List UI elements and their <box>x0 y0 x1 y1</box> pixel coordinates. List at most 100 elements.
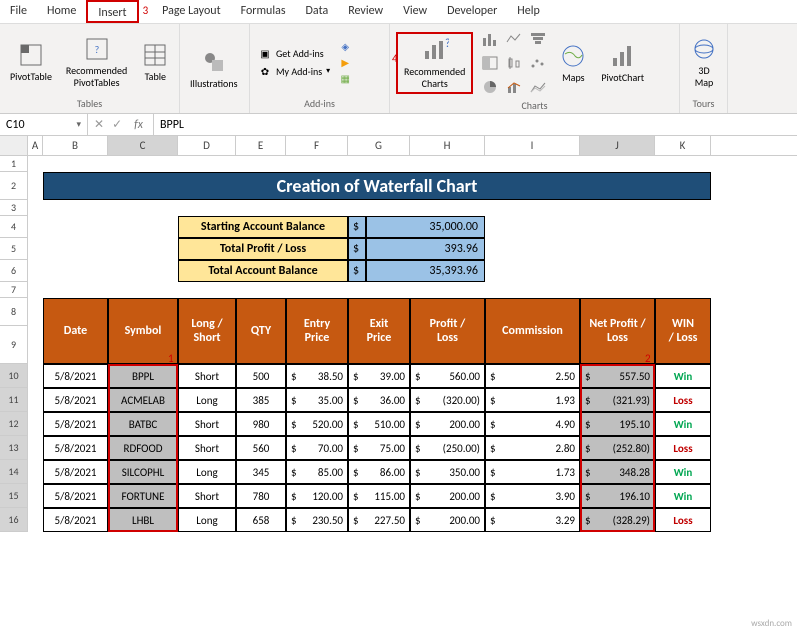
cell-winloss[interactable]: Win <box>655 412 711 436</box>
get-addins-button[interactable]: ▣Get Add-ins <box>256 45 332 61</box>
cell-qty[interactable]: 560 <box>236 436 286 460</box>
cell-winloss[interactable]: Loss <box>655 508 711 532</box>
cell-pl[interactable]: $200.00 <box>410 508 485 532</box>
select-all-button[interactable] <box>0 136 28 155</box>
pivottable-button[interactable]: PivotTable <box>6 39 56 85</box>
cell-exit[interactable]: $510.00 <box>348 412 410 436</box>
row-header-13[interactable]: 13 <box>0 436 28 460</box>
cell-longshort[interactable]: Short <box>178 436 236 460</box>
row-header-6[interactable]: 6 <box>0 260 28 282</box>
cell-symbol[interactable]: BPPL <box>108 364 178 388</box>
bing-icon[interactable]: ▶ <box>338 55 352 69</box>
illustrations-button[interactable]: Illustrations <box>186 46 242 92</box>
cell-longshort[interactable]: Long <box>178 508 236 532</box>
combo-chart-button[interactable] <box>503 76 525 98</box>
cell-pl[interactable]: $200.00 <box>410 412 485 436</box>
pivotchart-button[interactable]: PivotChart <box>597 40 648 86</box>
cell-date[interactable]: 5/8/2021 <box>43 436 108 460</box>
cell-symbol[interactable]: SILCOPHL <box>108 460 178 484</box>
cell-exit[interactable]: $115.00 <box>348 484 410 508</box>
col-header-h[interactable]: H <box>410 136 485 155</box>
col-header-a[interactable]: A <box>28 136 43 155</box>
cell-entry[interactable]: $230.50 <box>286 508 348 532</box>
tab-help[interactable]: Help <box>507 0 550 23</box>
row-header-16[interactable]: 16 <box>0 508 28 532</box>
row-header-14[interactable]: 14 <box>0 460 28 484</box>
cell-winloss[interactable]: Loss <box>655 388 711 412</box>
cell-longshort[interactable]: Short <box>178 484 236 508</box>
cell-net[interactable]: $(252.80) <box>580 436 655 460</box>
cell-entry[interactable]: $35.00 <box>286 388 348 412</box>
col-header-e[interactable]: E <box>236 136 286 155</box>
cell-date[interactable]: 5/8/2021 <box>43 460 108 484</box>
cell-commission[interactable]: $3.29 <box>485 508 580 532</box>
cell-longshort[interactable]: Short <box>178 412 236 436</box>
cell-commission[interactable]: $2.50 <box>485 364 580 388</box>
visio-icon[interactable]: ◈ <box>338 39 352 53</box>
cell-symbol[interactable]: ACMELAB <box>108 388 178 412</box>
cell-symbol[interactable]: FORTUNE <box>108 484 178 508</box>
cell-winloss[interactable]: Win <box>655 364 711 388</box>
tab-page-layout[interactable]: Page Layout <box>152 0 230 23</box>
surface-chart-button[interactable] <box>527 76 549 98</box>
row-header-15[interactable]: 15 <box>0 484 28 508</box>
tab-home[interactable]: Home <box>37 0 86 23</box>
cell-net[interactable]: $196.10 <box>580 484 655 508</box>
cell-pl[interactable]: $200.00 <box>410 484 485 508</box>
pie-chart-button[interactable] <box>479 76 501 98</box>
table-button[interactable]: Table <box>137 39 173 85</box>
cell-commission[interactable]: $2.80 <box>485 436 580 460</box>
cell-symbol[interactable]: BATBC <box>108 412 178 436</box>
row-header-9[interactable]: 9 <box>0 326 28 364</box>
cell-qty[interactable]: 345 <box>236 460 286 484</box>
col-header-f[interactable]: F <box>286 136 348 155</box>
maps-button[interactable]: Maps <box>555 40 591 86</box>
cell-symbol[interactable]: RDFOOD <box>108 436 178 460</box>
row-header-5[interactable]: 5 <box>0 238 28 260</box>
cell-date[interactable]: 5/8/2021 <box>43 412 108 436</box>
row-header-4[interactable]: 4 <box>0 216 28 238</box>
cell-qty[interactable]: 500 <box>236 364 286 388</box>
cell-entry[interactable]: $70.00 <box>286 436 348 460</box>
line-chart-button[interactable] <box>503 28 525 50</box>
cell-pl[interactable]: $(320.00) <box>410 388 485 412</box>
cell-commission[interactable]: $1.93 <box>485 388 580 412</box>
people-icon[interactable]: ▦ <box>338 71 352 85</box>
cell-date[interactable]: 5/8/2021 <box>43 484 108 508</box>
col-header-b[interactable]: B <box>43 136 108 155</box>
cell-date[interactable]: 5/8/2021 <box>43 364 108 388</box>
enter-icon[interactable]: ✓ <box>112 117 122 132</box>
cell-exit[interactable]: $39.00 <box>348 364 410 388</box>
cell-pl[interactable]: $560.00 <box>410 364 485 388</box>
cell-net[interactable]: $348.28 <box>580 460 655 484</box>
cell-entry[interactable]: $85.00 <box>286 460 348 484</box>
tab-view[interactable]: View <box>393 0 437 23</box>
cell-entry[interactable]: $38.50 <box>286 364 348 388</box>
cell-date[interactable]: 5/8/2021 <box>43 388 108 412</box>
fx-icon[interactable]: fx <box>130 118 147 132</box>
cell-longshort[interactable]: Short <box>178 364 236 388</box>
cell-exit[interactable]: $36.00 <box>348 388 410 412</box>
row-header-3[interactable]: 3 <box>0 200 28 216</box>
cell-winloss[interactable]: Win <box>655 460 711 484</box>
cell-net[interactable]: $(321.93) <box>580 388 655 412</box>
cell-entry[interactable]: $120.00 <box>286 484 348 508</box>
cancel-icon[interactable]: ✕ <box>94 117 104 132</box>
col-header-g[interactable]: G <box>348 136 410 155</box>
cell-qty[interactable]: 385 <box>236 388 286 412</box>
funnel-chart-button[interactable] <box>527 28 549 50</box>
cell-longshort[interactable]: Long <box>178 388 236 412</box>
cell-pl[interactable]: $350.00 <box>410 460 485 484</box>
tab-formulas[interactable]: Formulas <box>231 0 296 23</box>
cell-qty[interactable]: 980 <box>236 412 286 436</box>
statistic-chart-button[interactable] <box>503 52 525 74</box>
tab-data[interactable]: Data <box>296 0 339 23</box>
cell-exit[interactable]: $86.00 <box>348 460 410 484</box>
recommended-charts-button[interactable]: ? Recommended Charts <box>396 32 473 94</box>
cell-qty[interactable]: 780 <box>236 484 286 508</box>
cell-entry[interactable]: $520.00 <box>286 412 348 436</box>
col-header-i[interactable]: I <box>485 136 580 155</box>
cell-winloss[interactable]: Win <box>655 484 711 508</box>
col-header-j[interactable]: J <box>580 136 655 155</box>
cell-pl[interactable]: $(250.00) <box>410 436 485 460</box>
